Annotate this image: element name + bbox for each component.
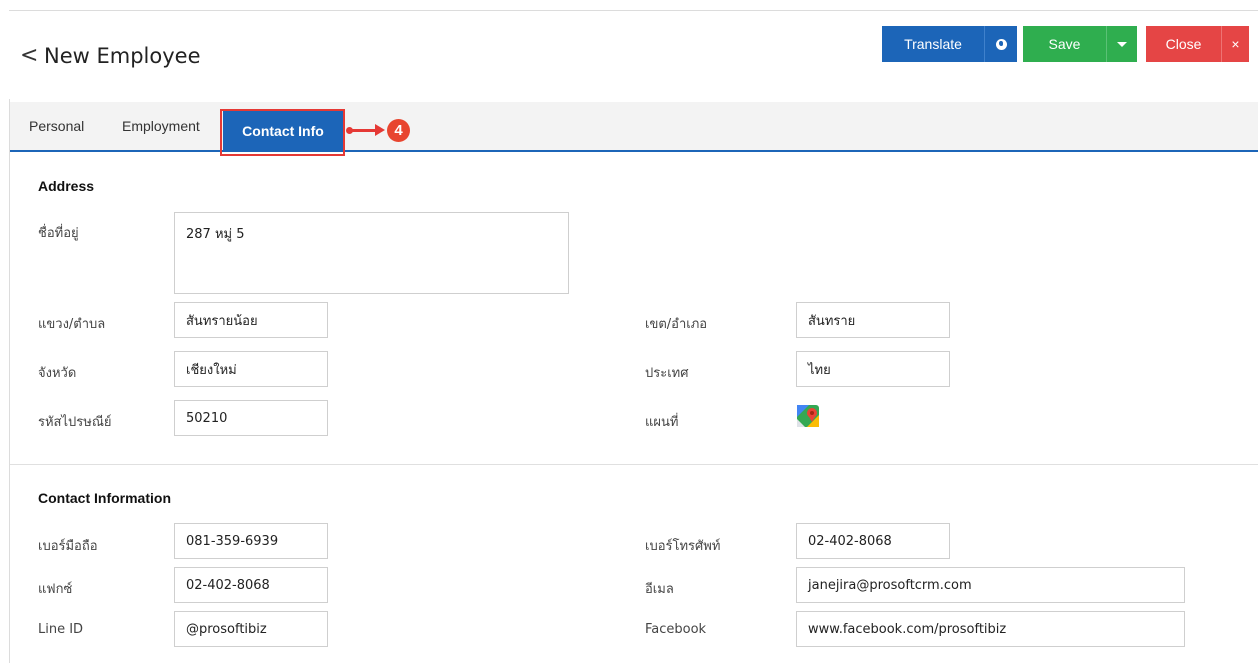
phone-field[interactable]: 02-402-8068 <box>796 523 950 559</box>
language-globe-button[interactable] <box>985 26 1017 62</box>
facebook-label: Facebook <box>645 622 707 637</box>
email-field[interactable]: janejira@prosoftcrm.com <box>796 567 1185 603</box>
line-id-field[interactable]: @prosoftibiz <box>174 611 328 647</box>
postcode-field[interactable]: 50210 <box>174 400 328 436</box>
annotation-arrow-head <box>375 124 385 136</box>
address-name-field[interactable]: 287 หมู่ 5 <box>174 212 569 294</box>
caret-down-icon <box>1117 41 1127 47</box>
facebook-field[interactable]: www.facebook.com/prosoftibiz <box>796 611 1185 647</box>
subdistrict-label: แขวง/ตำบล <box>38 317 106 332</box>
fax-field[interactable]: 02-402-8068 <box>174 567 328 603</box>
section-divider <box>10 464 1258 465</box>
save-button[interactable]: Save <box>1023 26 1107 62</box>
district-label: เขต/อำเภอ <box>645 317 708 332</box>
address-section-title: Address <box>38 178 95 194</box>
province-field[interactable]: เชียงใหม่ <box>174 351 328 387</box>
contact-section-title: Contact Information <box>38 490 171 506</box>
address-name-label: ชื่อที่อยู่ <box>38 226 79 241</box>
page-title: New Employee <box>44 44 201 68</box>
save-options-dropdown[interactable] <box>1107 26 1137 62</box>
phone-label: เบอร์โทรศัพท์ <box>645 539 721 554</box>
back-icon[interactable]: < <box>20 45 38 67</box>
mobile-field[interactable]: 081-359-6939 <box>174 523 328 559</box>
map-label: แผนที่ <box>645 415 679 430</box>
tab-contact-info[interactable]: Contact Info <box>223 110 343 152</box>
email-label: อีเมล <box>645 582 674 597</box>
close-button[interactable]: Close <box>1146 26 1222 62</box>
line-id-label: Line ID <box>38 622 84 637</box>
translate-button[interactable]: Translate <box>882 26 985 62</box>
tab-bar: Personal Employment Contact Info <box>10 102 1258 152</box>
fax-label: แฟกซ์ <box>38 582 73 597</box>
step-number-badge: 4 <box>387 119 410 142</box>
mobile-label: เบอร์มือถือ <box>38 539 98 554</box>
country-field[interactable]: ไทย <box>796 351 950 387</box>
postcode-label: รหัสไปรษณีย์ <box>38 415 112 430</box>
district-field[interactable]: สันทราย <box>796 302 950 338</box>
country-label: ประเทศ <box>645 366 689 381</box>
close-x-button[interactable]: × <box>1222 26 1249 62</box>
tab-employment[interactable]: Employment <box>122 118 200 134</box>
subdistrict-field[interactable]: สันทรายน้อย <box>174 302 328 338</box>
google-maps-icon[interactable] <box>797 405 819 427</box>
province-label: จังหวัด <box>38 366 77 381</box>
tab-personal[interactable]: Personal <box>29 118 84 134</box>
globe-icon <box>995 38 1007 50</box>
